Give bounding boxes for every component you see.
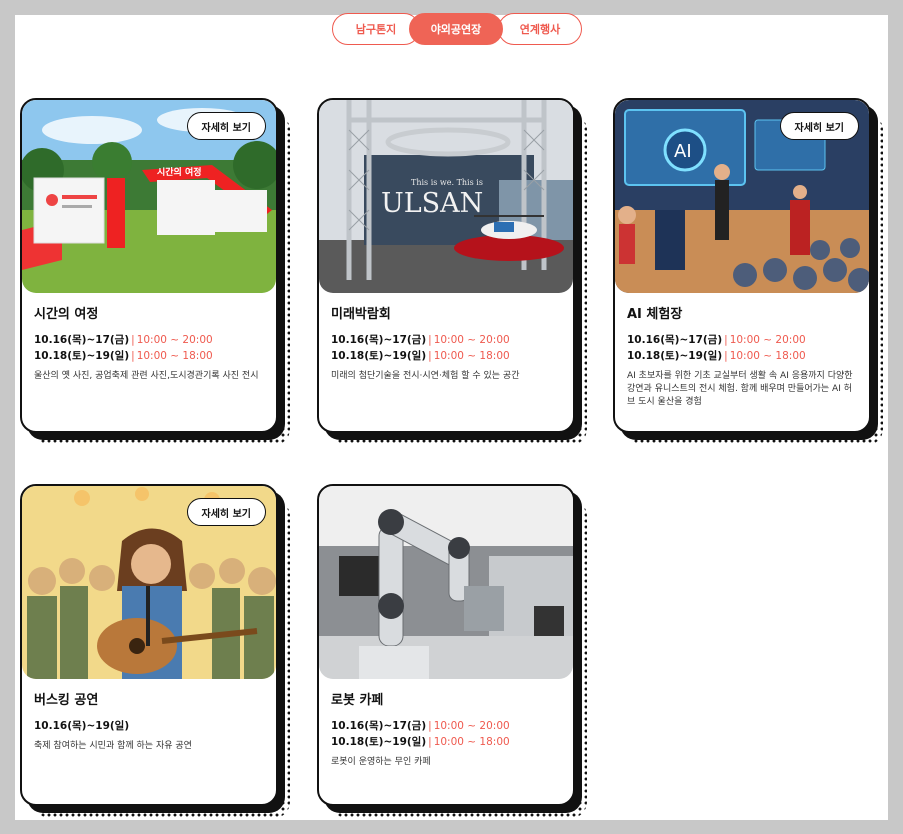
card-description: 미래의 첨단기술을 전시·시연·체험 할 수 있는 공간 [331,371,520,381]
tab-events[interactable]: 연계행사 [498,13,582,45]
page: 남구톤지 연계행사 야외공연장 시간의 여정 자세히 보기 시간의 여정 10.… [15,13,888,820]
card-body: 시간의 여정 자세히 보기 시간의 여정 10.16(목)~17(금) | 10:0… [20,98,278,433]
card-description: 울산의 옛 사진, 공업축제 관련 사진,도시경관기록 사진 전시 [34,371,259,381]
detail-button[interactable]: 자세히 보기 [186,498,266,526]
event-card[interactable]: 시간의 여정 자세히 보기 시간의 여정 10.16(목)~17(금) | 10:0… [20,98,290,445]
thumb-ai-text: AI [674,141,692,162]
tab-outdoor-stage[interactable]: 야외공연장 [409,13,503,45]
card-body: AI 자세히 보기 AI 체험장 10.16(목)~17(금) | 10:00 … [613,98,871,433]
card-info: 미래박람회 10.16(목)~17(금) | 10:00 ~ 20:00 10.18… [331,303,563,383]
schedule-line: 10.16(목)~17(금) | 10:00 ~ 20:00 [34,334,213,346]
schedule-line: 10.18(토)~19(일) | 10:00 ~ 18:00 [34,350,213,362]
schedule-line: 10.16(목)~19(일) [34,720,130,732]
schedule-line: 10.18(토)~19(일) | 10:00 ~ 18:00 [331,736,510,748]
card-description: AI 초보자를 위한 기초 교실부터 생활 속 AI 응용까지 다양한 강연과 … [627,371,853,407]
card-body: 로봇 카페 10.16(목)~17(금) | 10:00 ~ 20:00 10.18… [317,484,575,806]
detail-button[interactable]: 자세히 보기 [186,112,266,140]
schedule-line: 10.16(목)~17(금) | 10:00 ~ 20:00 [331,720,510,732]
thumb-sign-text: 시간의 여정 [157,166,202,178]
card-body: 자세히 보기 버스킹 공연 10.16(목)~19(일) 축제 참여하는 시민과… [20,484,278,806]
thumb-sign-sub: This is we. This is [411,178,483,187]
card-title: 시간의 여정 [34,307,99,322]
card-info: 로봇 카페 10.16(목)~17(금) | 10:00 ~ 20:00 10.18… [331,689,563,769]
schedule-line: 10.18(토)~19(일) | 10:00 ~ 18:00 [627,350,806,362]
card-description: 로봇이 운영하는 무인 카페 [331,757,431,767]
thumb-sign-text: ULSAN [381,188,483,219]
event-card[interactable]: This is we. This is ULSAN 미래박람회 10.16(목)… [317,98,587,445]
card-thumbnail [319,486,573,679]
card-body: This is we. This is ULSAN 미래박람회 10.16(목)… [317,98,575,433]
card-title: 버스킹 공연 [34,693,99,708]
event-card[interactable]: AI 자세히 보기 AI 체험장 10.16(목)~17(금) | 10:00 … [613,98,883,445]
card-info: 버스킹 공연 10.16(목)~19(일) 축제 참여하는 시민과 함께 하는 … [34,689,266,753]
card-title: 로봇 카페 [331,693,384,708]
card-title: AI 체험장 [627,307,683,322]
card-info: 시간의 여정 10.16(목)~17(금) | 10:00 ~ 20:00 10.1… [34,303,266,383]
schedule-line: 10.16(목)~17(금) | 10:00 ~ 20:00 [331,334,510,346]
schedule-line: 10.16(목)~17(금) | 10:00 ~ 20:00 [627,334,806,346]
card-description: 축제 참여하는 시민과 함께 하는 자유 공연 [34,741,192,751]
detail-button[interactable]: 자세히 보기 [779,112,859,140]
event-card[interactable]: 자세히 보기 버스킹 공연 10.16(목)~19(일) 축제 참여하는 시민과… [20,484,290,818]
card-info: AI 체험장 10.16(목)~17(금) | 10:00 ~ 20:00 10.1… [627,303,859,409]
card-title: 미래박람회 [331,307,391,322]
tab-namgu-tonji[interactable]: 남구톤지 [332,13,420,45]
event-card[interactable]: 로봇 카페 10.16(목)~17(금) | 10:00 ~ 20:00 10.18… [317,484,587,818]
schedule-line: 10.18(토)~19(일) | 10:00 ~ 18:00 [331,350,510,362]
card-thumbnail: This is we. This is ULSAN [319,100,573,293]
